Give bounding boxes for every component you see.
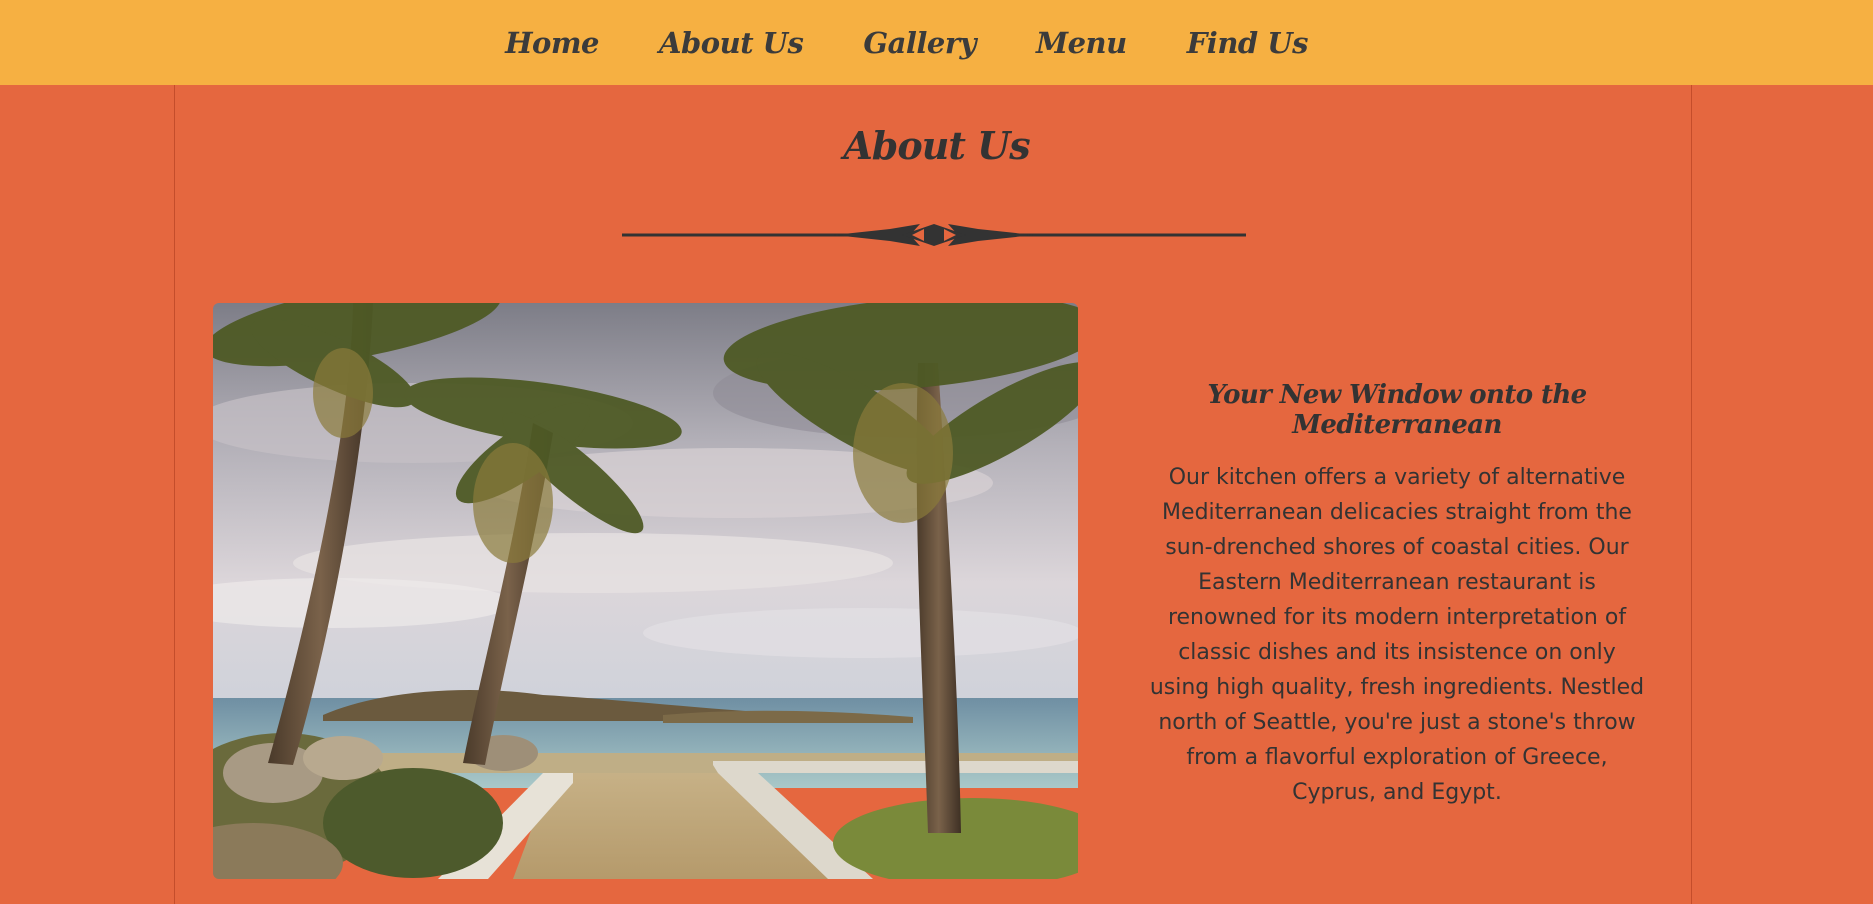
nav-list: Home About Us Gallery Menu Find Us	[475, 26, 1338, 60]
container-right-border	[1691, 85, 1692, 904]
nav-link-menu[interactable]: Menu	[1006, 26, 1157, 60]
nav-link-find-us[interactable]: Find Us	[1157, 26, 1338, 60]
nav-link-home[interactable]: Home	[475, 26, 629, 60]
nav-link-about-us[interactable]: About Us	[629, 26, 833, 60]
main-navigation: Home About Us Gallery Menu Find Us	[0, 0, 1873, 85]
hero-beach-image	[213, 303, 1078, 879]
container-left-border	[174, 85, 175, 904]
ornamental-divider-icon	[622, 224, 1246, 246]
page-title: About Us	[843, 123, 1030, 168]
nav-link-gallery[interactable]: Gallery	[833, 26, 1006, 60]
about-aside: Your New Window onto the Mediterranean O…	[1148, 380, 1646, 810]
aside-body-text: Our kitchen offers a variety of alternat…	[1149, 465, 1645, 805]
aside-heading: Your New Window onto the Mediterranean	[1207, 380, 1587, 440]
